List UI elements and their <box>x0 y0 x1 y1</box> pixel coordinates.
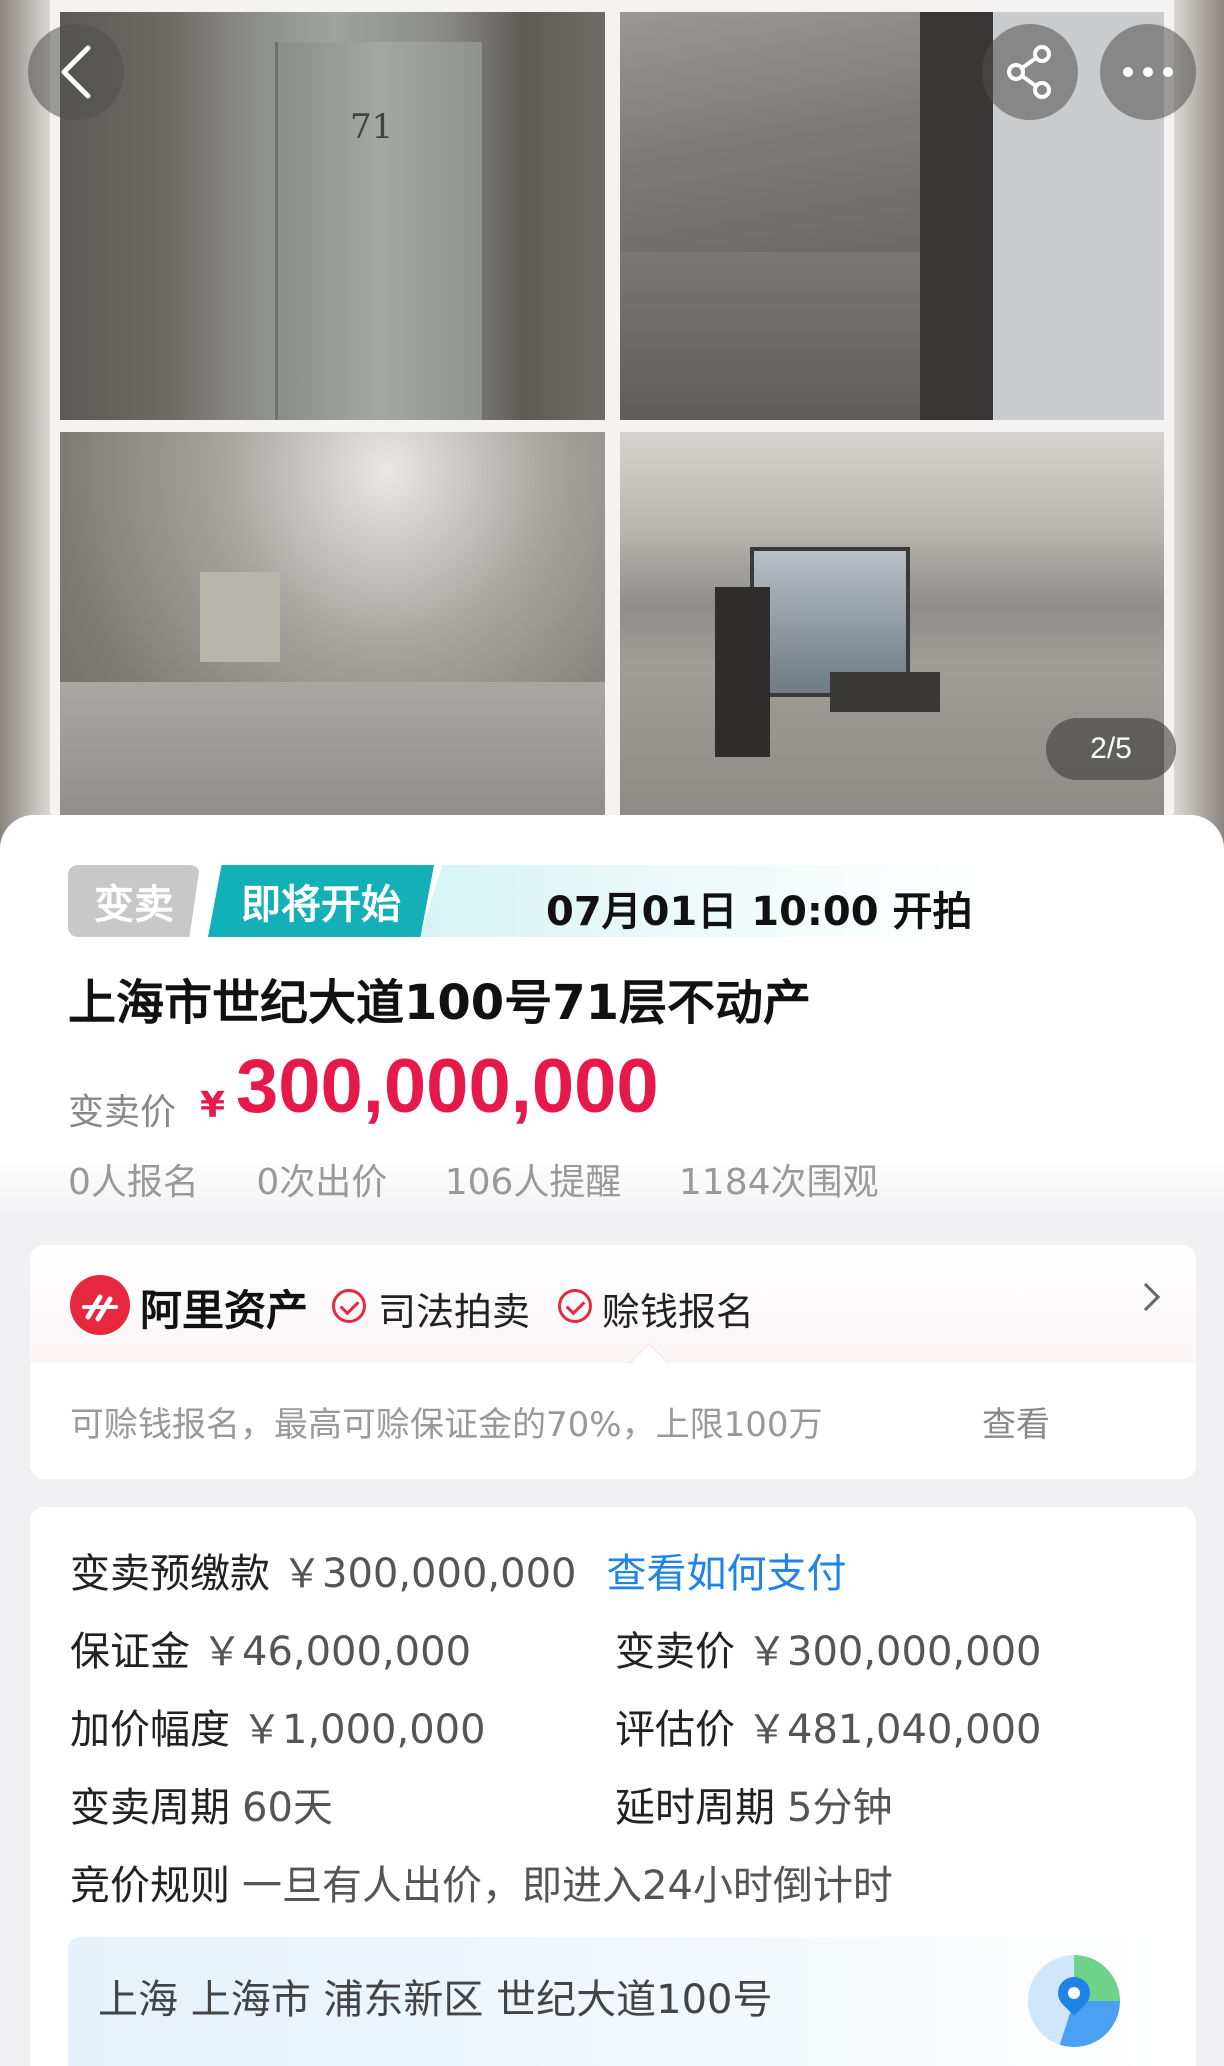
delay-label: 延时周期 <box>615 1785 775 1831</box>
upcoming-tag: 即将开始 <box>208 865 434 937</box>
prepay-value: ￥300,000,000 <box>282 1551 577 1597</box>
period-value: 60天 <box>242 1785 333 1831</box>
ali-header[interactable]: 阿里资产 司法拍卖 赊钱报名 <box>30 1245 1196 1363</box>
door-number: 71 <box>350 107 394 147</box>
hallway-floor <box>60 682 605 820</box>
appraisal-label: 评估价 <box>615 1707 735 1753</box>
deposit-value: ￥46,000,000 <box>202 1629 472 1675</box>
auction-stats: 0人报名 0次出价 106人提醒 1184次围观 <box>68 1153 925 1205</box>
share-icon <box>1007 45 1051 99</box>
rule-label: 竞价规则 <box>70 1863 230 1909</box>
office-desk <box>830 672 940 712</box>
summary-card: 07月01日 10:00 开拍 即将开始 变卖 上海市世纪大道100号71层不动… <box>0 815 1224 1220</box>
stat-reminders: 106人提醒 <box>444 1162 622 1203</box>
view-link[interactable]: 查看 <box>982 1397 1050 1446</box>
stat-views: 1184次围观 <box>678 1162 879 1203</box>
ali-brand-name: 阿里资产 <box>140 1286 309 1335</box>
corridor-floor <box>620 252 920 420</box>
photo-counter: 2/5 <box>1046 718 1176 780</box>
delay-row: 延时周期 5分钟 <box>615 1775 892 1833</box>
ali-logo-icon <box>70 1275 130 1335</box>
price-currency: ¥ <box>200 1085 226 1126</box>
prepay-label: 变卖预缴款 <box>70 1551 270 1597</box>
more-icon <box>1123 67 1173 77</box>
check-circle-icon <box>332 1289 366 1323</box>
auction-detail-page: 71 2/5 07月01日 10:00 开拍 即将开始 变卖 上海市世纪大道10… <box>0 0 1224 2066</box>
more-button[interactable] <box>1100 24 1196 120</box>
chevron-right-icon[interactable] <box>1131 1282 1161 1312</box>
address-map-box[interactable]: 上海 上海市 浦东新区 世纪大道100号 <box>68 1937 1158 2066</box>
sale-price-row: 变卖价 ￥300,000,000 <box>615 1619 1041 1677</box>
sale-price-value: ￥300,000,000 <box>747 1629 1042 1675</box>
door-panel <box>275 42 485 420</box>
start-time-box: 07月01日 10:00 开拍 <box>420 865 980 937</box>
ali-assets-card[interactable]: 阿里资产 司法拍卖 赊钱报名 可赊钱报名，最高可赊保证金的70%，上限100万 … <box>30 1245 1196 1479</box>
appraisal-value: ￥481,040,000 <box>747 1707 1042 1753</box>
detail-sheet: 07月01日 10:00 开拍 即将开始 变卖 上海市世纪大道100号71层不动… <box>0 815 1224 2066</box>
back-button[interactable] <box>28 24 124 120</box>
photo-elevator-door: 71 <box>60 12 605 420</box>
increment-row: 加价幅度 ￥1,000,000 <box>70 1697 486 1755</box>
auction-info-card: 变卖预缴款 ￥300,000,000 查看如何支付 保证金 ￥46,000,000 变… <box>30 1507 1196 2066</box>
deposit-row: 保证金 ￥46,000,000 <box>70 1619 471 1677</box>
increment-value: ￥1,000,000 <box>242 1707 486 1753</box>
deposit-label: 保证金 <box>70 1629 190 1675</box>
back-arrow-icon <box>61 45 91 99</box>
delay-value: 5分钟 <box>787 1785 893 1831</box>
map-icon[interactable] <box>1028 1955 1120 2047</box>
period-row: 变卖周期 60天 <box>70 1775 333 1833</box>
address-text: 上海 上海市 浦东新区 世纪大道100号 <box>98 1977 773 2023</box>
stat-registrants: 0人报名 <box>68 1162 199 1203</box>
appraisal-row: 评估价 ￥481,040,000 <box>615 1697 1041 1755</box>
photo-collage: 71 <box>50 0 1174 830</box>
office-cabinet <box>715 587 770 757</box>
photo-glass-corridor <box>620 12 1164 420</box>
start-time: 07月01日 10:00 开拍 <box>546 889 973 935</box>
price-row: 变卖价 ¥ 300,000,000 <box>68 1043 968 1133</box>
prepay-row: 变卖预缴款 ￥300,000,000 查看如何支付 <box>70 1541 846 1599</box>
stat-bids: 0次出价 <box>256 1162 388 1203</box>
map-pin-icon <box>1051 1970 1097 2016</box>
judicial-auction-badge: 司法拍卖 <box>378 1290 531 1334</box>
price-value: 300,000,000 <box>236 1044 659 1129</box>
rule-value: 一旦有人出价，即进入24小时倒计时 <box>242 1863 893 1909</box>
status-row: 07月01日 10:00 开拍 即将开始 变卖 <box>68 865 980 937</box>
how-to-pay-link[interactable]: 查看如何支付 <box>606 1551 846 1597</box>
hallway-end <box>200 572 280 662</box>
sale-type-tag: 变卖 <box>68 865 200 937</box>
price-label: 变卖价 <box>68 1092 177 1133</box>
credit-registration-badge: 赊钱报名 <box>602 1290 755 1334</box>
rule-row: 竞价规则 一旦有人出价，即进入24小时倒计时 <box>70 1853 893 1911</box>
period-label: 变卖周期 <box>70 1785 230 1831</box>
share-button[interactable] <box>982 24 1078 120</box>
photo-hallway <box>60 432 605 820</box>
increment-label: 加价幅度 <box>70 1707 230 1753</box>
sale-price-label: 变卖价 <box>615 1629 735 1675</box>
photo-gallery[interactable]: 71 2/5 <box>0 0 1224 860</box>
check-circle-icon <box>558 1289 592 1323</box>
credit-note: 可赊钱报名，最高可赊保证金的70%，上限100万 <box>70 1405 823 1445</box>
property-title: 上海市世纪大道100号71层不动产 <box>68 975 811 1031</box>
